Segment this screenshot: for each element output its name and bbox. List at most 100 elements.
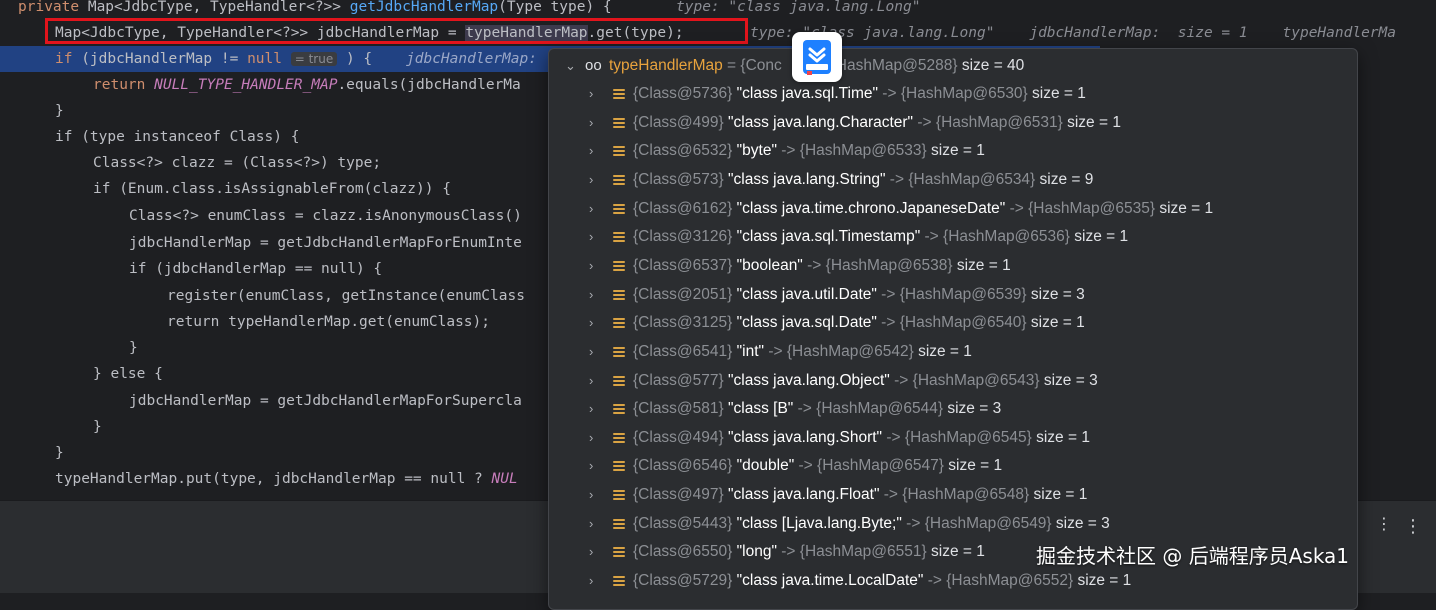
- tree-entry-row[interactable]: › {Class@499} "class java.lang.Character"…: [549, 109, 1357, 137]
- code-text: }: [55, 445, 64, 461]
- tree-entry-row[interactable]: › {Class@5736} "class java.sql.Time" -> {…: [549, 80, 1357, 108]
- field-icon: [613, 375, 625, 387]
- tree-entry-row[interactable]: › {Class@6532} "byte" -> {HashMap@6533} s…: [549, 137, 1357, 165]
- entry-key: "class java.util.Date": [736, 285, 877, 303]
- code-line: jdbcHandlerMap = getJdbcHandlerMapForSup…: [0, 388, 548, 414]
- entry-size: size = 1: [1074, 228, 1129, 246]
- field-icon: [613, 461, 625, 472]
- entry-map-ref: {HashMap@6535}: [1028, 199, 1155, 217]
- code-token: .equals(jdbcHandlerMa: [337, 77, 521, 93]
- tree-entry-row[interactable]: › {Class@2051} "class java.util.Date" -> …: [549, 281, 1357, 309]
- code-line: if (Enum.class.isAssignableFrom(clazz)) …: [0, 176, 548, 202]
- tree-entry-row[interactable]: › {Class@3126} "class java.sql.Timestamp"…: [549, 223, 1357, 251]
- code-token: return: [93, 77, 155, 93]
- chevron-right-icon[interactable]: ›: [589, 223, 593, 251]
- tree-entry-row[interactable]: › {Class@6541} "int" -> {HashMap@6542} si…: [549, 338, 1357, 366]
- chevron-right-icon[interactable]: ›: [589, 395, 593, 423]
- entry-size: size = 3: [1030, 285, 1085, 303]
- tree-entry-row[interactable]: › {Class@581} "class [B" -> {HashMap@6544…: [549, 395, 1357, 423]
- code-token: if: [55, 51, 73, 67]
- variable-inspector-popup[interactable]: ⌄ oo typeHandlerMap = {Conc HashMap@5288}…: [548, 48, 1358, 610]
- entry-map-ref: {HashMap@6548}: [902, 486, 1030, 504]
- tree-entry-row[interactable]: › {Class@6537} "boolean" -> {HashMap@6538…: [549, 252, 1357, 280]
- code-text: jdbcHandlerMap = getJdbcHandlerMapForSup…: [129, 393, 522, 409]
- field-icon: [613, 232, 625, 243]
- drag-handle-icon[interactable]: ⋮: [1376, 514, 1392, 533]
- entry-class-ref: {Class@573}: [633, 170, 724, 188]
- entry-class-ref: {Class@6541}: [633, 342, 733, 360]
- chevron-right-icon[interactable]: ›: [589, 309, 593, 337]
- entry-size: size = 1: [931, 543, 985, 561]
- tree-entry-row[interactable]: › {Class@5729} "class java.time.LocalDate…: [549, 567, 1357, 595]
- entry-arrow: ->: [889, 371, 913, 389]
- app-logo: [792, 32, 842, 82]
- entry-class-ref: {Class@499}: [633, 113, 724, 131]
- entry-arrow: ->: [764, 342, 787, 360]
- entry-key: "class java.sql.Time": [736, 85, 878, 102]
- entry-key: "class [Ljava.lang.Byte;": [736, 514, 902, 532]
- chevron-right-icon[interactable]: ›: [589, 195, 593, 223]
- entry-key: "int": [736, 342, 765, 360]
- entry-arrow: ->: [802, 256, 826, 274]
- tree-entry-row[interactable]: › {Class@497} "class java.lang.Float" -> …: [549, 481, 1357, 509]
- chevron-right-icon[interactable]: ›: [589, 80, 593, 108]
- code-token: null: [247, 51, 282, 67]
- entry-class-ref: {Class@494}: [633, 428, 724, 446]
- entry-class-ref: {Class@497}: [633, 486, 724, 504]
- entry-key: "class java.sql.Timestamp": [736, 228, 921, 246]
- chevron-right-icon[interactable]: ›: [589, 452, 593, 480]
- chevron-right-icon[interactable]: ›: [589, 481, 593, 509]
- entry-map-ref: {HashMap@6538}: [825, 256, 953, 274]
- chevron-right-icon[interactable]: ›: [589, 252, 593, 280]
- code-text: if (Enum.class.isAssignableFrom(clazz)) …: [93, 181, 451, 197]
- entry-key: "boolean": [736, 256, 803, 274]
- chevron-right-icon[interactable]: ›: [589, 166, 593, 194]
- entry-arrow: ->: [913, 113, 936, 131]
- tree-entry-row[interactable]: › {Class@5443} "class [Ljava.lang.Byte;" …: [549, 510, 1357, 538]
- tree-entry-row[interactable]: › {Class@6546} "double" -> {HashMap@6547}…: [549, 452, 1357, 480]
- field-icon: [613, 318, 625, 329]
- chevron-right-icon[interactable]: ›: [589, 510, 593, 538]
- object-reference: {Conc: [740, 57, 782, 74]
- chevron-right-icon[interactable]: ›: [589, 109, 593, 137]
- entry-arrow: ->: [901, 514, 925, 532]
- field-icon: [613, 260, 625, 272]
- entry-size: size = 1: [1032, 85, 1086, 102]
- entry-key: "class java.sql.Date": [736, 314, 877, 332]
- entry-size: size = 1: [1036, 428, 1090, 446]
- tree-entry-row[interactable]: › {Class@494} "class java.lang.Short" -> …: [549, 424, 1357, 452]
- chevron-right-icon[interactable]: ›: [589, 367, 593, 395]
- chevron-right-icon[interactable]: ›: [589, 137, 593, 165]
- field-icon: [613, 518, 625, 530]
- entry-key: "class java.time.chrono.JapaneseDate": [736, 199, 1006, 217]
- code-line: }: [0, 414, 548, 440]
- tree-entry-row[interactable]: › {Class@3125} "class java.sql.Date" -> {…: [549, 309, 1357, 337]
- entry-arrow: ->: [776, 142, 800, 160]
- entry-arrow: ->: [878, 85, 901, 102]
- tree-entry-row[interactable]: › {Class@6162} "class java.time.chrono.Ja…: [549, 195, 1357, 223]
- tree-entry-row[interactable]: › {Class@577} "class java.lang.Object" ->…: [549, 367, 1357, 395]
- entry-map-ref: {HashMap@6536}: [943, 228, 1070, 246]
- chevron-right-icon[interactable]: ›: [589, 424, 593, 452]
- code-token: (jdbcHandlerMap !=: [72, 51, 248, 67]
- entry-arrow: ->: [876, 285, 900, 303]
- chevron-right-icon[interactable]: ›: [589, 338, 593, 366]
- chevron-right-icon[interactable]: ›: [589, 281, 593, 309]
- entry-map-ref: {HashMap@6540}: [899, 314, 1027, 332]
- entry-size: size = 3: [1043, 371, 1098, 389]
- code-line: typeHandlerMap.put(type, jdbcHandlerMap …: [0, 466, 548, 492]
- chevron-right-icon[interactable]: ›: [589, 567, 593, 595]
- entry-size: size = 1: [1030, 314, 1085, 332]
- entry-map-ref: {HashMap@6549}: [924, 514, 1052, 532]
- entry-key: "long": [736, 543, 777, 561]
- entry-key: "class java.lang.Character": [728, 113, 914, 131]
- tree-entry-row[interactable]: › {Class@573} "class java.lang.String" ->…: [549, 166, 1357, 194]
- chevron-right-icon[interactable]: ›: [589, 538, 593, 566]
- tree-root-row[interactable]: ⌄ oo typeHandlerMap = {Conc HashMap@5288}…: [549, 52, 1357, 80]
- entry-class-ref: {Class@577}: [633, 371, 724, 389]
- field-icon: [613, 576, 625, 587]
- chevron-down-icon[interactable]: ⌄: [565, 52, 576, 80]
- entry-key: "class java.time.LocalDate": [736, 572, 924, 590]
- more-options-icon[interactable]: ⋮: [1404, 516, 1422, 537]
- code-line: }: [0, 98, 548, 124]
